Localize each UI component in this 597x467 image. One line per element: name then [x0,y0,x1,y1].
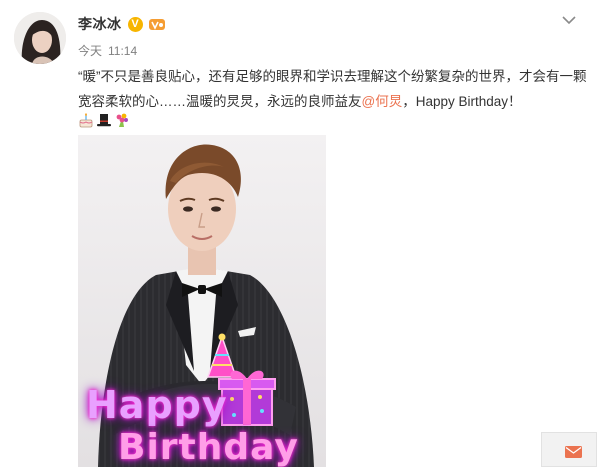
emoji-row [78,112,132,128]
post-photo[interactable]: Happy Birthday [78,135,326,467]
post-text-tail: ，Happy Birthday！ [402,94,522,109]
post-text: “暖”不只是善良贴心，还有足够的眼界和学识去理解这个纷繁复杂的世界，才会有一颗宽… [78,64,588,114]
avatar-portrait [14,12,66,64]
message-button[interactable] [541,432,597,467]
mail-icon [565,446,582,458]
username-row: 李冰冰 V [78,14,166,34]
top-hat-icon [97,114,111,127]
verified-v-icon[interactable]: V [127,16,143,32]
username[interactable]: 李冰冰 [78,14,122,34]
chevron-down-icon[interactable] [561,12,577,28]
vip-level-icon[interactable] [148,17,166,32]
mention-link[interactable]: @何炅 [362,94,403,109]
birthday-cake-icon [79,113,93,128]
bouquet-icon [116,113,128,127]
timestamp-time: 11:14 [108,44,138,58]
post-timestamp[interactable]: 今天 11:14 [78,42,143,59]
weibo-post-card: 李冰冰 V 今天 11:14 “暖”不只是善良贴心，还有足够的眼界和学识去理解这个… [0,0,597,467]
user-avatar[interactable] [14,12,66,64]
timestamp-day: 今天 [78,44,103,58]
photo-portrait [78,135,326,467]
